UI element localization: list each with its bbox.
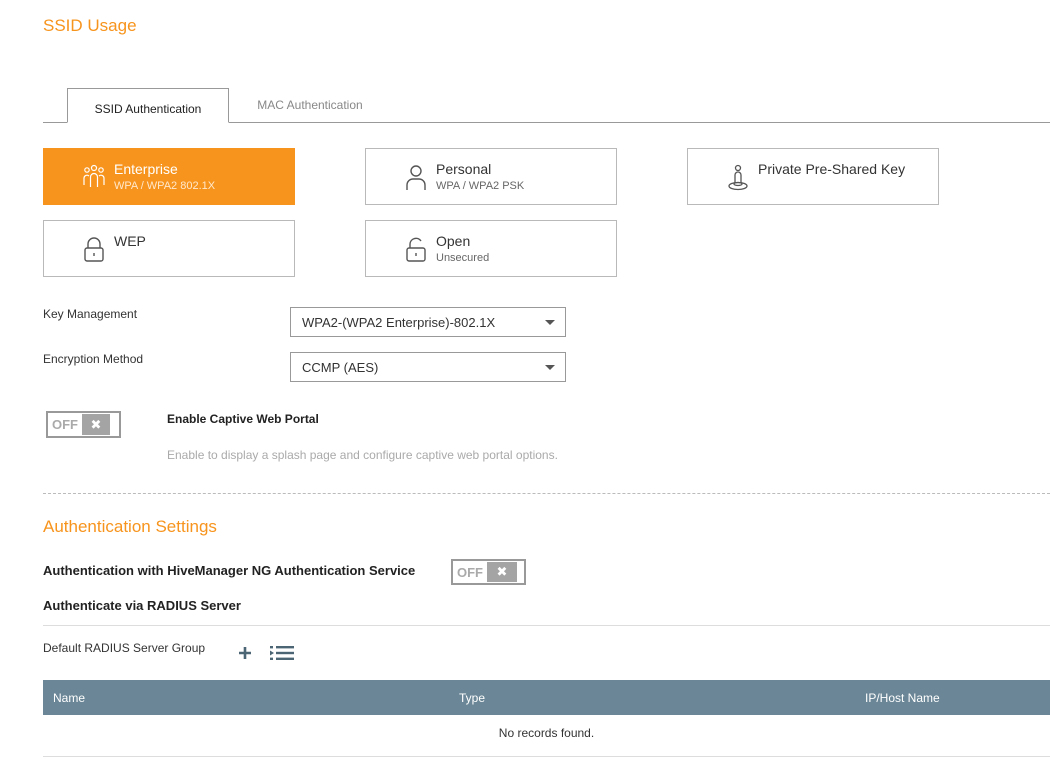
empty-table-message: No records found. <box>498 726 595 740</box>
toggle-state-text: OFF <box>52 417 78 432</box>
user-icon <box>406 165 426 190</box>
key-management-label: Key Management <box>43 307 138 321</box>
radius-group-label: Default RADIUS Server Group <box>43 641 206 655</box>
auth-option-title: WEP <box>114 233 146 249</box>
toggle-state-text: OFF <box>457 564 483 580</box>
auth-option-open[interactable]: Open Unsecured <box>365 220 617 277</box>
auth-option-enterprise[interactable]: Enterprise WPA / WPA2 802.1X <box>43 148 295 205</box>
encryption-method-value: CCMP (AES) <box>302 360 379 375</box>
column-header-name[interactable]: Name <box>53 691 85 705</box>
radius-server-label: Authenticate via RADIUS Server <box>43 598 241 613</box>
encryption-method-select[interactable]: CCMP (AES) <box>290 352 566 382</box>
auth-settings-title: Authentication Settings <box>43 517 217 536</box>
auth-option-subtitle: Unsecured <box>436 252 490 264</box>
select-list-icon[interactable] <box>270 646 294 660</box>
tab-mac-authentication[interactable]: MAC Authentication <box>230 88 390 122</box>
auth-option-subtitle: WPA / WPA2 PSK <box>436 180 525 192</box>
section-divider <box>43 493 1050 494</box>
divider <box>43 625 1050 626</box>
auth-option-title: Personal <box>436 161 492 177</box>
auth-option-subtitle: WPA / WPA2 802.1X <box>114 180 216 192</box>
key-management-select[interactable]: WPA2-(WPA2 Enterprise)-802.1X <box>290 307 566 337</box>
encryption-method-label: Encryption Method <box>43 352 144 366</box>
auth-option-wep[interactable]: WEP <box>43 220 295 277</box>
column-header-ip-host[interactable]: IP/Host Name <box>865 691 940 705</box>
caret-down-icon <box>545 365 555 370</box>
users-icon <box>83 164 105 187</box>
auth-option-personal[interactable]: Personal WPA / WPA2 PSK <box>365 148 617 205</box>
radius-table-header: Name Type IP/Host Name <box>43 680 1050 715</box>
tab-ssid-authentication[interactable]: SSID Authentication <box>67 88 229 123</box>
auth-option-title: Enterprise <box>114 161 178 177</box>
key-person-icon <box>728 164 748 191</box>
unlock-icon <box>406 237 426 262</box>
close-icon: ✖ <box>487 562 517 582</box>
hm-auth-service-toggle[interactable]: OFF ✖ <box>451 559 526 585</box>
page-title: SSID Usage <box>43 16 137 35</box>
key-management-value: WPA2-(WPA2 Enterprise)-802.1X <box>302 315 496 330</box>
column-header-type[interactable]: Type <box>459 691 485 705</box>
table-bottom-border <box>43 756 1050 757</box>
auth-option-private-psk[interactable]: Private Pre-Shared Key <box>687 148 939 205</box>
auth-option-title: Open <box>436 233 471 249</box>
captive-portal-toggle[interactable]: OFF ✖ <box>46 411 121 438</box>
close-icon: ✖ <box>82 414 110 435</box>
auth-option-title: Private Pre-Shared Key <box>758 161 906 177</box>
hm-auth-service-label: Authentication with HiveManager NG Authe… <box>43 563 416 578</box>
caret-down-icon <box>545 320 555 325</box>
lock-icon <box>84 237 104 262</box>
captive-portal-title: Enable Captive Web Portal <box>167 412 319 426</box>
add-icon[interactable] <box>237 645 253 661</box>
captive-portal-description: Enable to display a splash page and conf… <box>167 448 558 462</box>
